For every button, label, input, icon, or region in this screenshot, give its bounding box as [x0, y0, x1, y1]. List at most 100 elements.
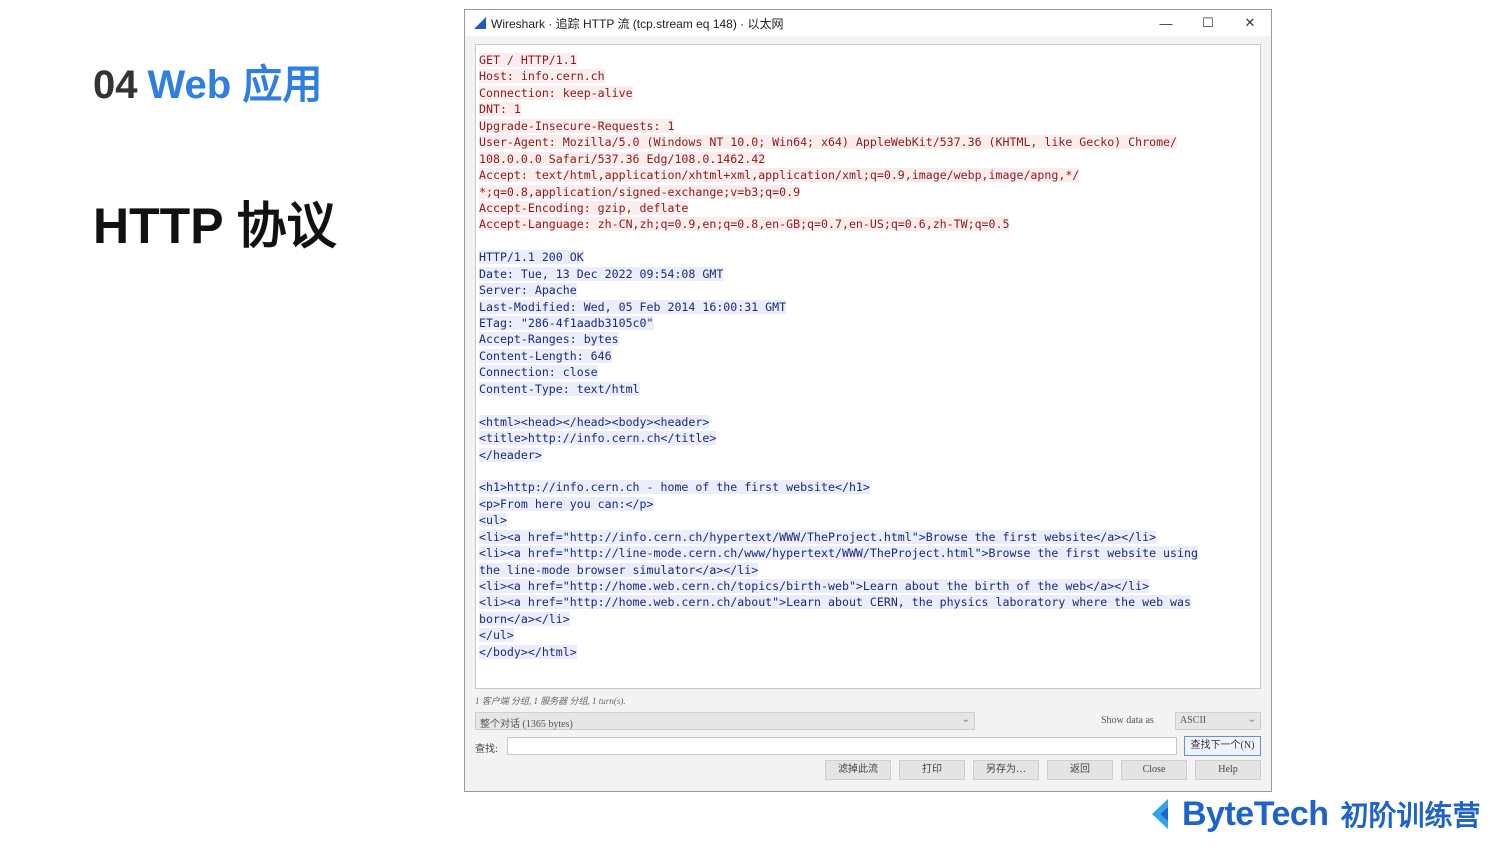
response-line: Accept-Ranges: bytes: [479, 331, 1260, 347]
section-number: 04: [93, 63, 138, 107]
line-text: Date: Tue, 13 Dec 2022 09:54:08 GMT: [479, 266, 724, 281]
request-line: Host: info.cern.ch: [479, 68, 1260, 84]
filter-out-button[interactable]: 滤掉此流: [825, 760, 891, 780]
line-text: ETag: "286-4f1aadb3105c0": [479, 316, 654, 330]
follow-stream-window: Wireshark · 追踪 HTTP 流 (tcp.stream eq 148…: [464, 9, 1272, 792]
line-text: Accept-Ranges: bytes: [479, 332, 619, 347]
line-text: HTTP/1.1 200 OK: [479, 250, 584, 265]
response-line: </ul>: [479, 627, 1260, 643]
response-line: born</a></li>: [479, 611, 1260, 627]
line-text: <p>From here you can:</p>: [479, 496, 654, 511]
line-text: Content-Length: 646: [479, 348, 612, 363]
close-dialog-button[interactable]: Close: [1121, 760, 1187, 780]
line-text: Server: Apache: [479, 283, 577, 298]
request-line: DNT: 1: [479, 101, 1260, 117]
line-text: Accept: text/html,application/xhtml+xml,…: [479, 168, 1080, 183]
stream-stats: 1 客户端 分组, 1 服务器 分组, 1 turn(s).: [475, 696, 626, 706]
line-text: Connection: keep-alive: [479, 85, 633, 100]
line-text: the line-mode browser simulator</a></li>: [479, 562, 759, 577]
find-next-button[interactable]: 查找下一个(N): [1184, 736, 1261, 756]
request-line: Upgrade-Insecure-Requests: 1: [479, 118, 1260, 134]
maximize-button[interactable]: ☐: [1187, 10, 1229, 36]
chevron-down-icon: ⌄: [961, 714, 970, 725]
request-line: Accept-Encoding: gzip, deflate: [479, 200, 1260, 216]
show-data-select[interactable]: ASCII ⌄: [1175, 712, 1261, 730]
response-line: Content-Type: text/html: [479, 381, 1260, 397]
response-line: ETag: "286-4f1aadb3105c0": [479, 315, 1260, 331]
bytetech-logo-icon: [1152, 799, 1168, 829]
response-line: the line-mode browser simulator</a></li>: [479, 562, 1260, 578]
line-text: <li><a href="http://info.cern.ch/hyperte…: [479, 529, 1157, 544]
close-button[interactable]: ✕: [1229, 10, 1271, 36]
conversation-select[interactable]: 整个对话 (1365 bytes) ⌄: [475, 712, 975, 730]
line-text: *;q=0.8,application/signed-exchange;v=b3…: [479, 184, 801, 199]
line-text: Host: info.cern.ch: [479, 69, 605, 84]
save-as-button[interactable]: 另存为…: [973, 760, 1039, 780]
find-label: 查找:: [475, 744, 498, 755]
line-text: Accept-Encoding: gzip, deflate: [479, 200, 689, 215]
help-button[interactable]: Help: [1195, 760, 1261, 780]
line-text: Connection: close: [479, 365, 598, 380]
response-line: <li><a href="http://home.web.cern.ch/abo…: [479, 594, 1260, 610]
line-text: Last-Modified: Wed, 05 Feb 2014 16:00:31…: [479, 299, 787, 314]
window-title: Wireshark · 追踪 HTTP 流 (tcp.stream eq 148…: [491, 16, 784, 31]
response-line: Date: Tue, 13 Dec 2022 09:54:08 GMT: [479, 266, 1260, 282]
line-text: <li><a href="http://home.web.cern.ch/abo…: [479, 595, 1191, 610]
line-text: Upgrade-Insecure-Requests: 1: [479, 118, 675, 133]
stream-content-pane[interactable]: GET / HTTP/1.1 Host: info.cern.ch Connecti…: [475, 44, 1261, 689]
request-line: Accept: text/html,application/xhtml+xml,…: [479, 167, 1260, 183]
response-line: <title>http://info.cern.ch</title>: [479, 430, 1260, 446]
response-line: HTTP/1.1 200 OK: [479, 249, 1260, 265]
line-text: </body></html>: [479, 644, 577, 659]
line-text: Accept-Language: zh-CN,zh;q=0.9,en;q=0.8…: [479, 217, 1010, 232]
minimize-button[interactable]: —: [1145, 10, 1187, 36]
wireshark-fin-icon: [474, 17, 486, 29]
slide-title: HTTP 协议: [93, 198, 337, 254]
request-line: 108.0.0.0 Safari/537.36 Edg/108.0.1462.4…: [479, 151, 1260, 167]
response-line: <li><a href="http://line-mode.cern.ch/ww…: [479, 545, 1260, 561]
request-line: *;q=0.8,application/signed-exchange;v=b3…: [479, 184, 1260, 200]
response-line: [479, 397, 1260, 413]
section-name: Web 应用: [147, 63, 323, 107]
logo-subtitle: 初阶训练营: [1340, 800, 1481, 831]
slide-section: 04 Web 应用: [93, 52, 322, 110]
window-titlebar[interactable]: Wireshark · 追踪 HTTP 流 (tcp.stream eq 148…: [465, 10, 1271, 36]
response-line: </body></html>: [479, 644, 1260, 660]
line-text: </header>: [479, 447, 542, 462]
response-line: <li><a href="http://home.web.cern.ch/top…: [479, 578, 1260, 594]
response-line: <p>From here you can:</p>: [479, 496, 1260, 512]
logo-brand: ByteTech: [1182, 794, 1329, 833]
line-text: born</a></li>: [479, 611, 570, 626]
line-text: User-Agent: Mozilla/5.0 (Windows NT 10.0…: [479, 135, 1178, 150]
response-line: Last-Modified: Wed, 05 Feb 2014 16:00:31…: [479, 299, 1260, 315]
response-line: Content-Length: 646: [479, 348, 1260, 364]
response-line: </header>: [479, 447, 1260, 463]
line-text: DNT: 1: [479, 102, 521, 117]
chevron-down-icon: ⌄: [1247, 714, 1256, 725]
line-text: <h1>http://info.cern.ch - home of the fi…: [479, 480, 870, 495]
request-line: Accept-Language: zh-CN,zh;q=0.9,en;q=0.8…: [479, 216, 1260, 232]
response-line: <ul>: [479, 512, 1260, 528]
line-text: </ul>: [479, 628, 514, 643]
conversation-select-value: 整个对话 (1365 bytes): [480, 719, 573, 730]
response-line: <h1>http://info.cern.ch - home of the fi…: [479, 479, 1260, 495]
line-text: 108.0.0.0 Safari/537.36 Edg/108.0.1462.4…: [479, 151, 766, 166]
request-line: Connection: keep-alive: [479, 85, 1260, 101]
find-input[interactable]: [507, 737, 1177, 755]
bytetech-logo: ByteTech 初阶训练营: [1148, 794, 1481, 834]
response-line: Connection: close: [479, 364, 1260, 380]
request-line: User-Agent: Mozilla/5.0 (Windows NT 10.0…: [479, 134, 1260, 150]
line-text: <ul>: [479, 513, 507, 528]
print-button[interactable]: 打印: [899, 760, 965, 780]
line-text: <li><a href="http://line-mode.cern.ch/ww…: [479, 546, 1198, 561]
line-text: GET / HTTP/1.1: [479, 53, 577, 67]
show-data-label: Show data as: [1101, 715, 1154, 726]
line-text: <title>http://info.cern.ch</title>: [479, 431, 717, 446]
line-text: Content-Type: text/html: [479, 381, 640, 396]
response-line: <li><a href="http://info.cern.ch/hyperte…: [479, 529, 1260, 545]
response-line: [479, 463, 1260, 479]
back-button[interactable]: 返回: [1047, 760, 1113, 780]
show-data-value: ASCII: [1180, 715, 1207, 726]
line-text: <html><head></head><body><header>: [479, 414, 710, 429]
